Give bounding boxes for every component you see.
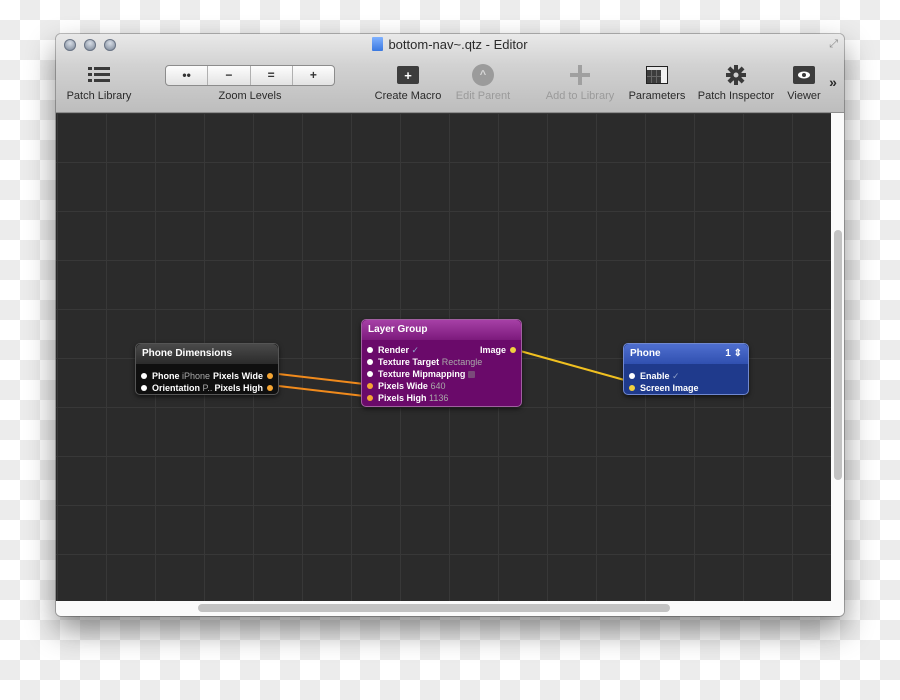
vertical-scroll-thumb[interactable]	[834, 230, 842, 480]
output-port-pixels-wide[interactable]	[267, 373, 273, 379]
list-icon	[62, 62, 136, 88]
title-toolbar: bottom-nav~.qtz - Editor ⤢ Patch Library…	[56, 34, 844, 113]
patch-layer-group[interactable]: Layer Group Render ✓ Image Texture Targe…	[361, 319, 522, 407]
input-port-render[interactable]	[367, 347, 373, 353]
eye-icon	[782, 62, 826, 88]
port-row: Render ✓ Image	[362, 344, 521, 356]
qtz-document-icon	[372, 37, 384, 51]
wire-pixels-wide[interactable]	[269, 372, 365, 385]
fullscreen-icon[interactable]: ⤢	[829, 38, 838, 51]
create-macro-button[interactable]: + Create Macro	[370, 62, 446, 102]
patch-phone-dimensions[interactable]: Phone Dimensions Phone iPhone Pixels Wid…	[135, 343, 279, 395]
patch-inspector-button[interactable]: Patch Inspector	[694, 62, 778, 102]
wire-image-to-screen[interactable]	[512, 348, 629, 382]
edit-parent-button[interactable]: ^ Edit Parent	[450, 62, 516, 102]
gear-icon	[694, 62, 778, 88]
checkbox-render[interactable]: ✓	[412, 345, 420, 355]
window-title: bottom-nav~.qtz - Editor	[56, 37, 844, 52]
zoom-levels-segmented: •• − = +	[165, 64, 335, 86]
toolbar-overflow-button[interactable]: »	[826, 74, 840, 90]
input-port-orientation[interactable]	[141, 385, 147, 391]
zoom-fit-button[interactable]: ••	[166, 65, 209, 85]
layer-index-stepper[interactable]: 1 ⇕	[725, 344, 742, 364]
patch-editor-canvas[interactable]: Phone Dimensions Phone iPhone Pixels Wid…	[56, 113, 831, 601]
input-port-texture-target[interactable]	[367, 359, 373, 365]
patch-title: Phone 1 ⇕	[624, 344, 748, 364]
table-icon	[624, 62, 690, 88]
chevron-up-circle-icon: ^	[472, 64, 494, 86]
port-row: Orientation P.. Pixels High	[136, 382, 278, 394]
horizontal-scroll-thumb[interactable]	[198, 604, 670, 612]
port-row: Screen Image	[624, 382, 748, 394]
parameters-button[interactable]: Parameters	[624, 62, 690, 102]
zoom-actual-button[interactable]: =	[251, 65, 293, 85]
plus-icon	[540, 62, 620, 88]
checkbox-mipmapping[interactable]	[467, 371, 475, 378]
plus-square-icon: +	[397, 66, 419, 84]
wire-pixels-high[interactable]	[269, 384, 365, 397]
zoom-in-button[interactable]: +	[293, 66, 334, 85]
zoom-out-button[interactable]: −	[208, 65, 251, 85]
port-row: Pixels High 1136	[362, 392, 521, 404]
editor-window: bottom-nav~.qtz - Editor ⤢ Patch Library…	[56, 34, 844, 616]
port-row: Phone iPhone Pixels Wide	[136, 370, 278, 382]
output-port-image[interactable]	[510, 347, 516, 353]
input-port-screen-image[interactable]	[629, 385, 635, 391]
input-port-enable[interactable]	[629, 373, 635, 379]
input-port-pixels-wide[interactable]	[367, 383, 373, 389]
output-port-pixels-high[interactable]	[267, 385, 273, 391]
input-port-phone[interactable]	[141, 373, 147, 379]
port-row: Texture Target Rectangle	[362, 356, 521, 368]
add-to-library-button[interactable]: Add to Library	[540, 62, 620, 102]
input-port-texture-mipmapping[interactable]	[367, 371, 373, 377]
port-row: Texture Mipmapping	[362, 368, 521, 380]
viewer-button[interactable]: Viewer	[782, 62, 826, 102]
port-row: Pixels Wide 640	[362, 380, 521, 392]
patch-library-button[interactable]: Patch Library	[62, 62, 136, 102]
input-port-pixels-high[interactable]	[367, 395, 373, 401]
checkbox-enable[interactable]: ✓	[672, 371, 680, 381]
zoom-levels-control: •• − = + Zoom Levels	[165, 62, 335, 102]
patch-title: Layer Group	[362, 320, 521, 340]
patch-phone[interactable]: Phone 1 ⇕ Enable ✓ Screen Image	[623, 343, 749, 395]
port-row: Enable ✓	[624, 370, 748, 382]
patch-title: Phone Dimensions	[136, 344, 278, 364]
